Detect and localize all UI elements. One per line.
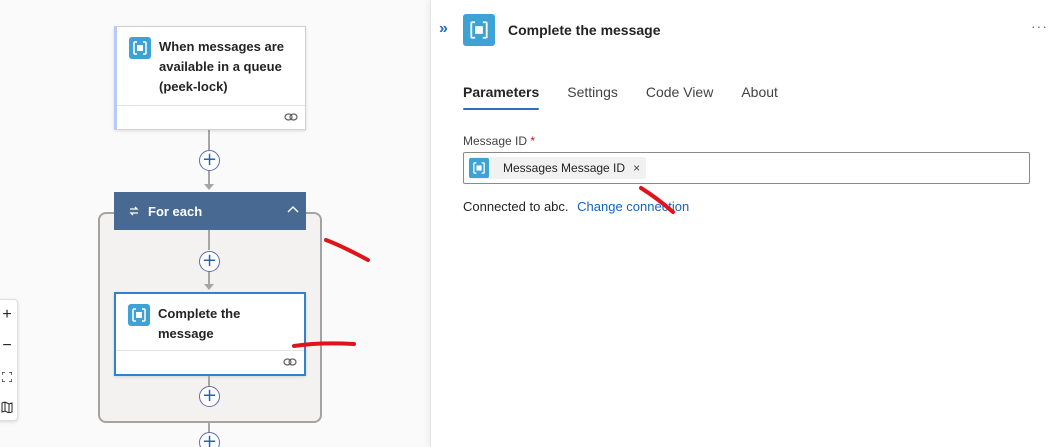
insert-step-button[interactable]: + [199,251,220,272]
insert-step-button[interactable]: + [199,386,220,407]
foreach-label: For each [148,203,203,219]
tab-code-view[interactable]: Code View [646,84,713,108]
panel-tabs: Parameters Settings Code View About [463,84,778,110]
queue-message-icon [128,304,150,326]
fit-screen-icon[interactable] [0,362,19,392]
connector-line [208,272,210,284]
minimap-icon[interactable] [0,392,19,422]
action-details-panel: » Complete the message ··· Parameters Se… [430,0,1064,447]
action-title: Complete the message [158,306,241,341]
queue-message-icon [463,14,495,46]
zoom-controls: + − [0,299,18,421]
dynamic-content-token[interactable]: Messages Message ID × [469,157,647,179]
link-icon [284,113,298,121]
trigger-title: When messages are available in a queue (… [159,39,285,94]
annotation-mark [639,186,675,214]
complete-message-card[interactable]: Complete the message [114,292,306,376]
link-icon [283,358,297,366]
required-mark: * [530,134,536,148]
close-icon[interactable]: × [633,161,640,175]
chevron-up-icon[interactable] [286,202,300,216]
message-id-input[interactable]: Messages Message ID × [463,152,1030,184]
annotation-mark [292,341,356,348]
connector-line [208,171,210,185]
token-label: Messages Message ID [503,161,626,175]
foreach-header[interactable]: For each [114,192,306,230]
zoom-in-button[interactable]: + [0,300,19,330]
insert-step-button[interactable]: + [199,432,220,447]
trigger-card[interactable]: When messages are available in a queue (… [114,26,306,130]
tab-settings[interactable]: Settings [567,84,618,108]
zoom-out-button[interactable]: − [0,331,19,361]
message-id-label: Message ID * [463,134,536,148]
insert-step-button[interactable]: + [199,150,220,171]
queue-message-icon [129,37,151,59]
loop-icon [129,206,139,216]
queue-message-icon [469,158,489,178]
tab-about[interactable]: About [741,84,778,108]
collapse-panel-icon[interactable]: » [439,20,448,38]
connector-line [208,230,210,250]
annotation-mark [324,238,370,262]
connector-arrow [204,284,214,290]
designer-canvas[interactable]: + When messages are available in a queue… [0,0,430,447]
more-options-icon[interactable]: ··· [1031,18,1048,34]
tab-parameters[interactable]: Parameters [463,84,540,110]
connector-arrow [204,184,214,190]
connection-status: Connected to abc. [463,199,569,214]
panel-title[interactable]: Complete the message [508,22,661,38]
